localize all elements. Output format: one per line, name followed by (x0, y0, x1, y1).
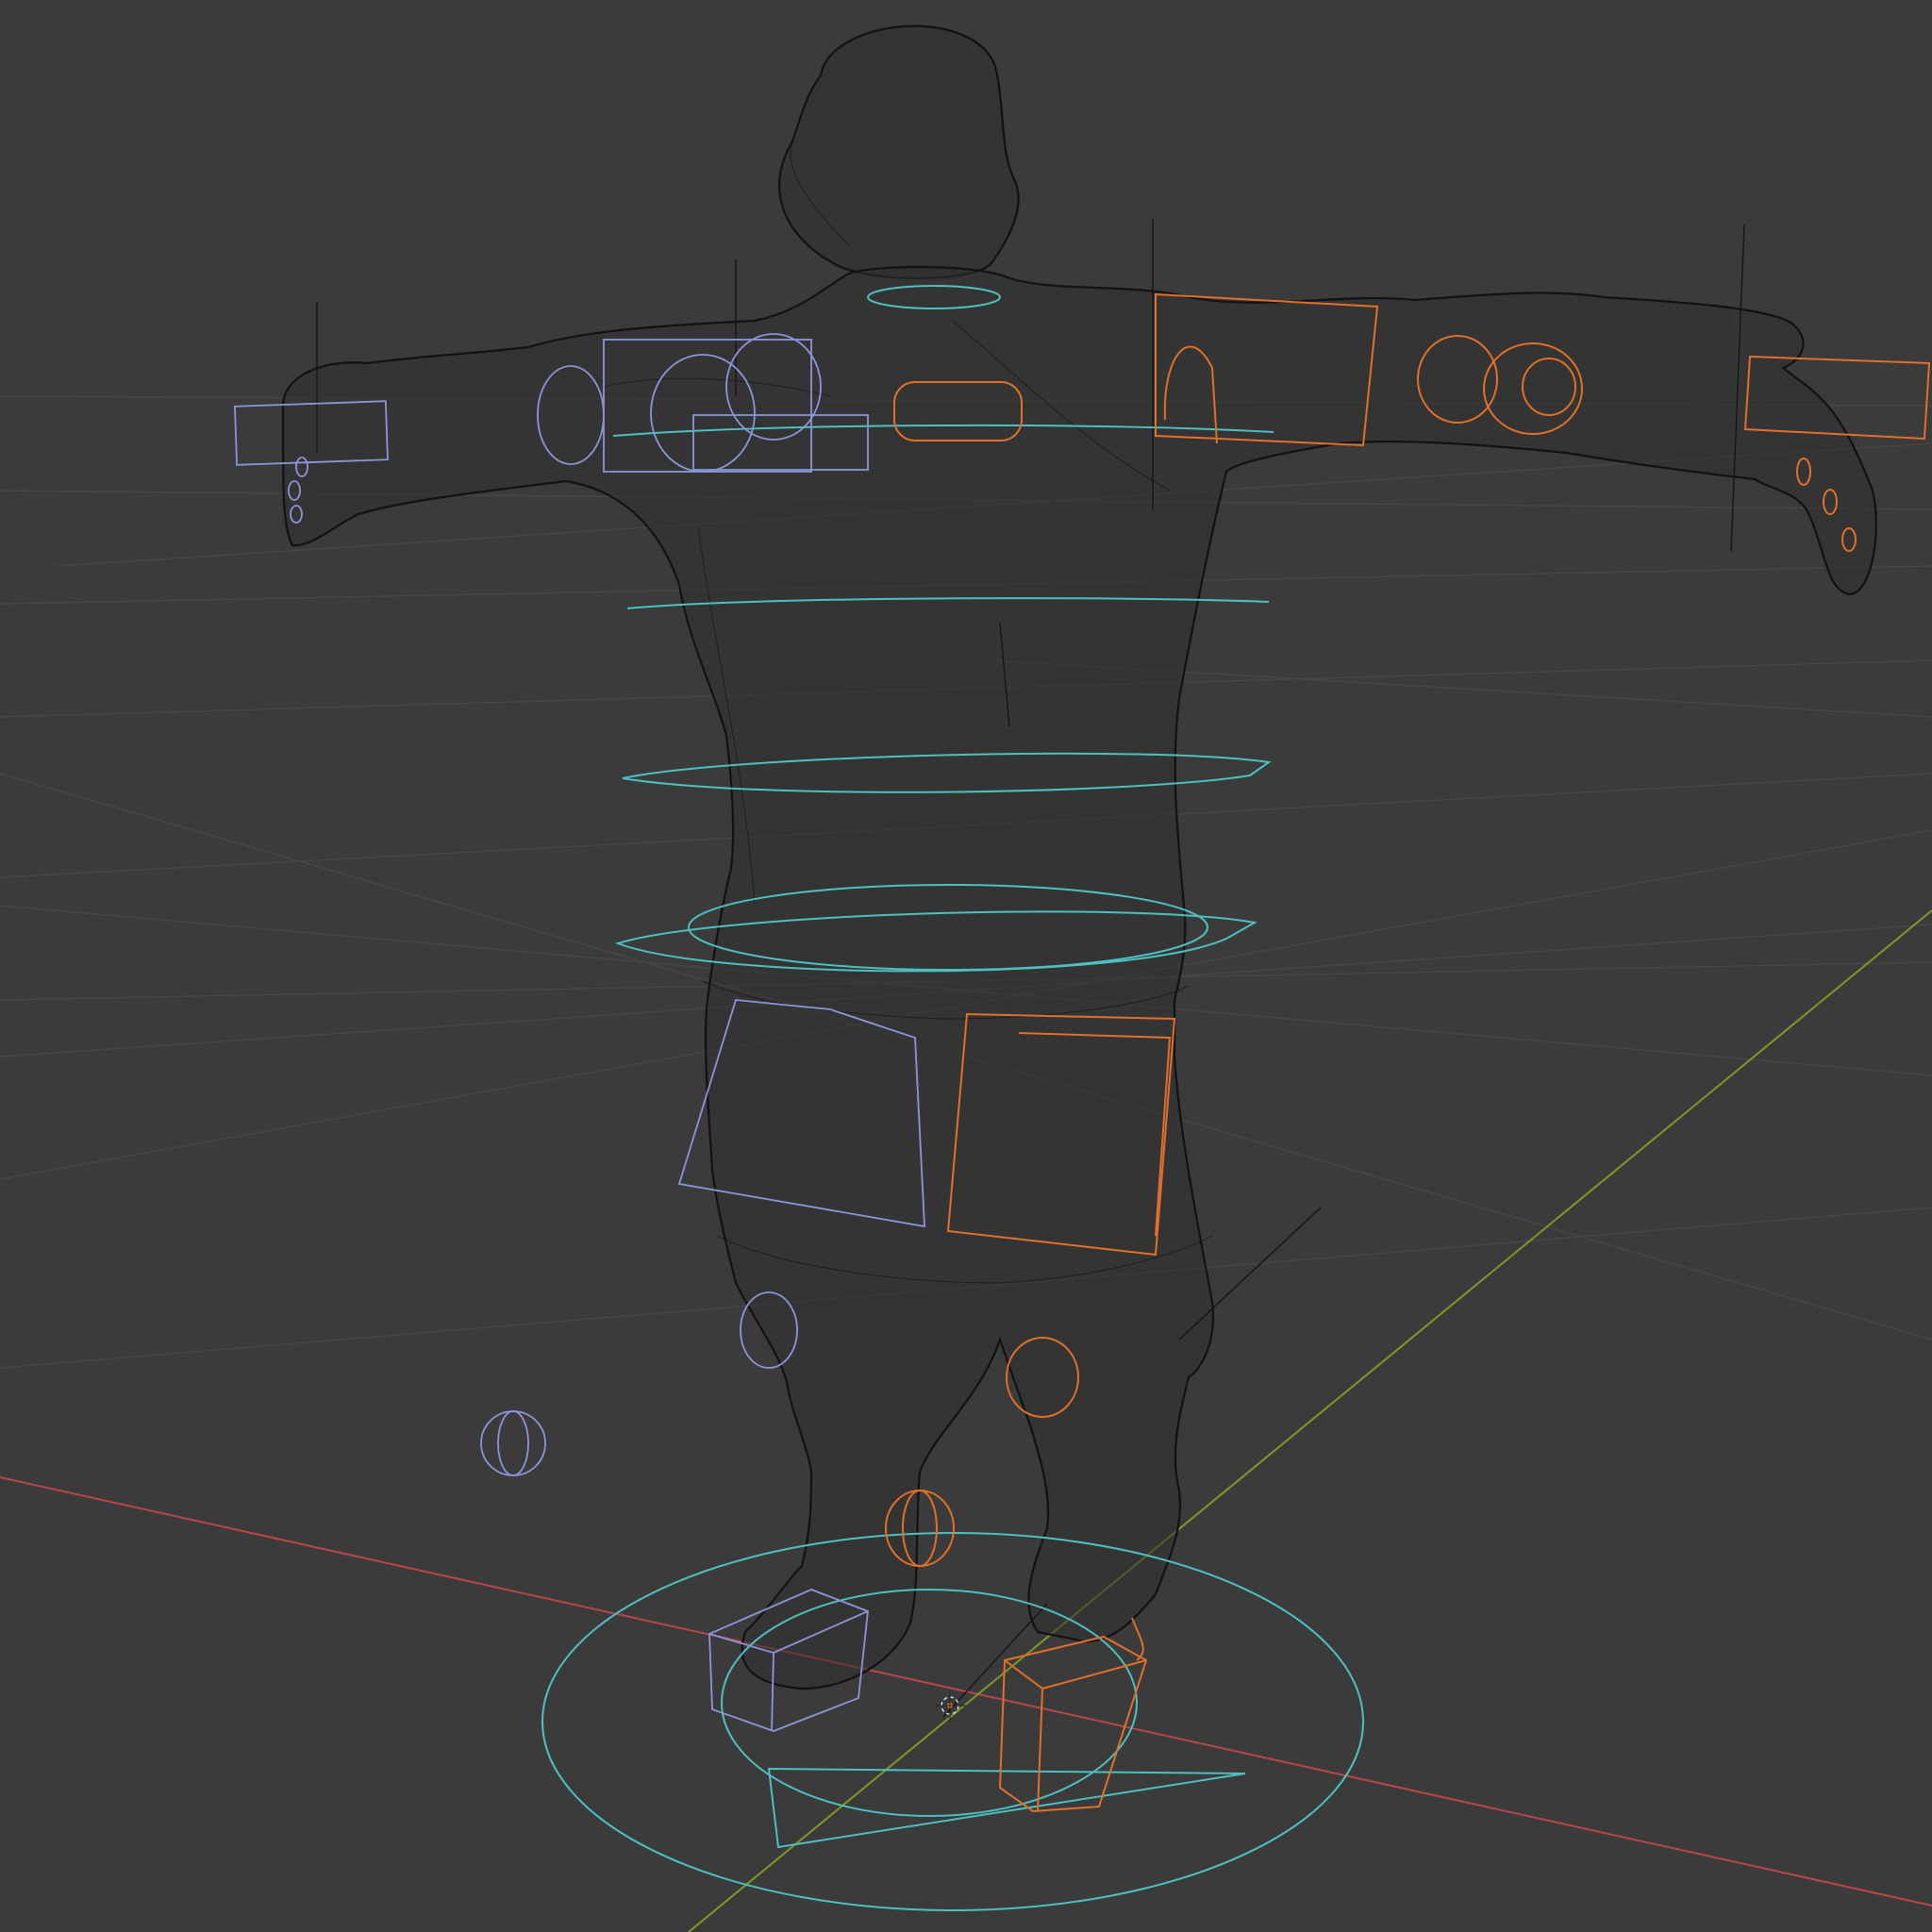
character-mesh[interactable] (281, 25, 1877, 1690)
3d-viewport[interactable] (0, 0, 1932, 1932)
3d-cursor[interactable] (934, 1690, 966, 1722)
viewport-canvas[interactable] (0, 0, 1932, 1932)
